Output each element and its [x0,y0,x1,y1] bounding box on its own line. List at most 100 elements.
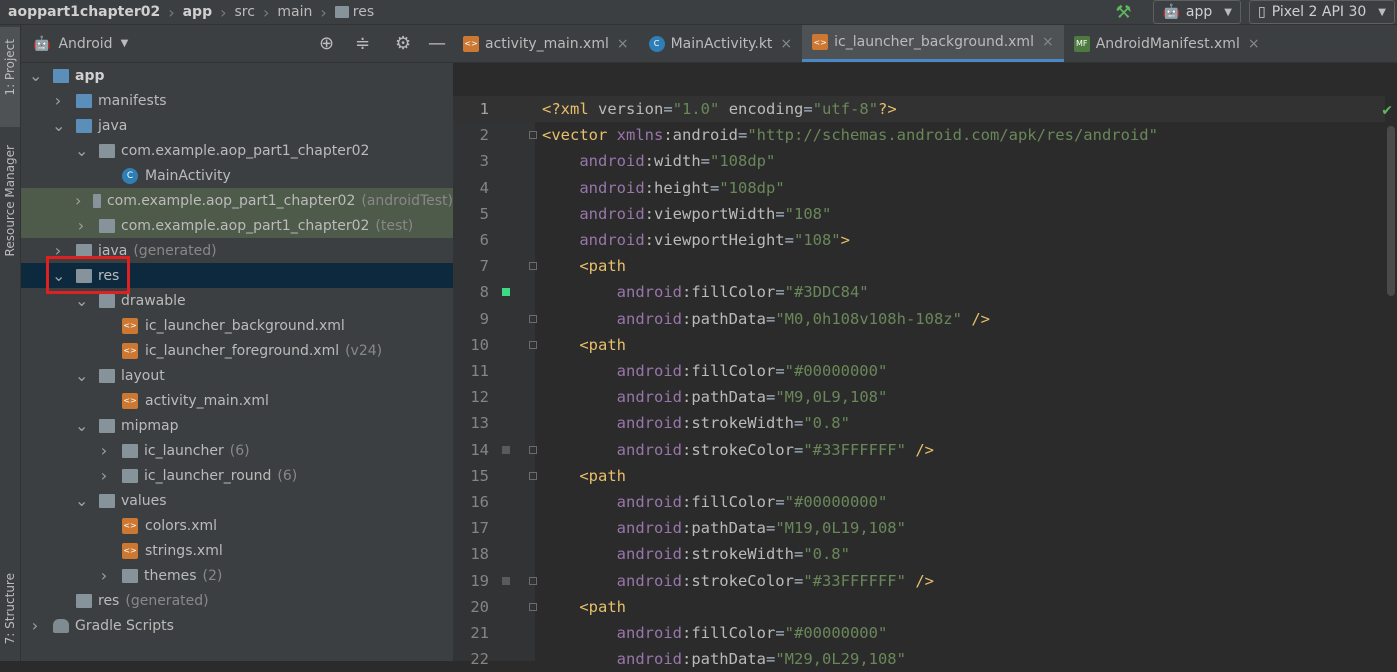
gear-icon[interactable]: ⚙ [395,33,411,54]
breadcrumb-main[interactable]: main [277,4,312,20]
project-tool-button[interactable]: 1: Project [0,27,20,127]
chevron-right-icon[interactable]: › [75,191,81,210]
vertical-scrollbar[interactable] [1385,96,1397,661]
tree-item[interactable]: › ic_launcher (6) [21,438,453,463]
code-line[interactable]: 3 android:width="108dp" [453,148,1397,174]
code-line[interactable]: 14 android:strokeColor="#33FFFFFF" /> [453,437,1397,463]
breadcrumb-project[interactable]: aoppart1chapter02 [8,4,160,20]
close-icon[interactable]: × [617,36,629,52]
code-line[interactable]: 13 android:strokeWidth="0.8" [453,410,1397,436]
code-line[interactable]: 10 <path [453,332,1397,358]
resource-manager-tool-button[interactable]: Resource Manager [3,145,17,256]
close-icon[interactable]: × [1248,36,1260,52]
project-tree[interactable]: ⌄ app › manifests ⌄ java ⌄ com.example.aop_part… [21,63,453,661]
view-mode-label[interactable]: Android [58,36,112,52]
tree-item[interactable]: › com.example.aop_part1_chapter02 (android… [21,188,453,213]
tree-item[interactable]: <> ic_launcher_background.xml [21,313,453,338]
editor-tab[interactable]: MF AndroidManifest.xml × [1064,25,1270,62]
fold-marker-icon[interactable] [529,262,537,271]
chevron-right-icon[interactable]: › [75,216,87,235]
chevron-down-icon[interactable]: ▼ [121,38,129,49]
breadcrumb-src[interactable]: src [235,4,255,20]
tree-item[interactable]: › Gradle Scripts [21,613,453,638]
chevron-right-icon[interactable]: › [52,91,64,110]
code-line[interactable]: 7 <path [453,253,1397,279]
tree-item[interactable]: <> strings.xml [21,538,453,563]
build-hammer-icon[interactable]: ⚒ [1115,2,1131,23]
chevron-right-icon[interactable]: › [98,441,110,460]
chevron-down-icon[interactable]: ⌄ [75,367,88,383]
chevron-down-icon[interactable]: ⌄ [29,67,42,83]
tree-item[interactable]: › ic_launcher_round (6) [21,463,453,488]
code-line[interactable]: 12 android:pathData="M9,0L9,108" [453,384,1397,410]
chevron-down-icon[interactable]: ⌄ [75,142,88,158]
code-line[interactable]: 22 android:pathData="M29,0L29,108" [453,646,1397,672]
chevron-right-icon[interactable]: › [98,466,110,485]
fold-marker-icon[interactable] [529,602,537,611]
tree-item[interactable]: <> ic_launcher_foreground.xml (v24) [21,338,453,363]
fold-marker-icon[interactable] [529,471,537,480]
tree-item[interactable]: <> colors.xml [21,513,453,538]
color-swatch[interactable] [502,288,510,297]
chevron-down-icon[interactable]: ⌄ [52,117,65,133]
tree-item[interactable]: ⌄ app [21,63,453,88]
tree-item[interactable]: ⌄ com.example.aop_part1_chapter02 [21,138,453,163]
tree-item[interactable]: res (generated) [21,588,453,613]
hide-icon[interactable]: — [428,33,446,54]
code-line[interactable]: 11 android:fillColor="#00000000" [453,358,1397,384]
tree-item-label: Gradle Scripts [75,617,174,634]
collapse-all-icon[interactable]: ≑ [355,33,370,54]
code-line[interactable]: 2 <vector xmlns:android="http://schemas.a… [453,122,1397,148]
tree-item[interactable]: ⌄ layout [21,363,453,388]
tree-item[interactable]: ⌄ mipmap [21,413,453,438]
gradle-icon [53,618,69,633]
code-line[interactable]: 16 android:fillColor="#00000000" [453,489,1397,515]
fold-marker-icon[interactable] [529,340,537,349]
chevron-right-icon[interactable]: › [98,566,110,585]
tree-item[interactable]: ⌄ values [21,488,453,513]
code-line[interactable]: 6 android:viewportHeight="108"> [453,227,1397,253]
code-line[interactable]: 1 <?xml version="1.0" encoding="utf-8"?> [453,96,1397,122]
tree-item[interactable]: ⌄ java [21,113,453,138]
tree-item[interactable]: › themes (2) [21,563,453,588]
fold-marker-icon[interactable] [529,314,537,323]
close-icon[interactable]: × [1042,34,1054,50]
code-line[interactable]: 21 android:fillColor="#00000000" [453,620,1397,646]
code-line[interactable]: 4 android:height="108dp" [453,175,1397,201]
chevron-down-icon[interactable]: ⌄ [75,492,88,508]
device-select[interactable]: ▯ Pixel 2 API 30 ▼ [1248,0,1395,24]
locate-file-icon[interactable]: ⊕ [319,33,334,54]
color-swatch[interactable] [502,576,510,585]
chevron-right-icon[interactable]: › [29,616,41,635]
editor-tab[interactable]: <> activity_main.xml × [453,25,639,62]
tree-item[interactable]: › manifests [21,88,453,113]
editor-tab[interactable]: C MainActivity.kt × [639,25,803,62]
code-editor[interactable]: 1 <?xml version="1.0" encoding="utf-8"?> 2… [453,63,1397,668]
run-config-select[interactable]: 🤖 app ▼ [1153,0,1241,24]
color-swatch[interactable] [502,445,510,454]
line-number: 11 [470,362,489,380]
code-line[interactable]: 8 android:fillColor="#3DDC84" [453,279,1397,305]
tree-item[interactable]: <> activity_main.xml [21,388,453,413]
tree-item[interactable]: C MainActivity [21,163,453,188]
close-icon[interactable]: × [780,36,792,52]
fold-marker-icon[interactable] [529,131,537,140]
line-number: 16 [470,493,489,511]
breadcrumb-module[interactable]: app [183,4,213,20]
fold-marker-icon[interactable] [529,445,537,454]
code-line[interactable]: 18 android:strokeWidth="0.8" [453,541,1397,567]
editor-tab[interactable]: <> ic_launcher_background.xml × [802,25,1064,62]
breadcrumb-res[interactable]: res [353,4,374,20]
chevron-down-icon[interactable]: ⌄ [75,292,88,308]
code-line[interactable]: 19 android:strokeColor="#33FFFFFF" /> [453,568,1397,594]
scrollbar-thumb[interactable] [1387,126,1395,296]
structure-tool-button[interactable]: 7: Structure [3,573,17,644]
tree-item[interactable]: › com.example.aop_part1_chapter02 (test) [21,213,453,238]
code-line[interactable]: 5 android:viewportWidth="108" [453,201,1397,227]
fold-marker-icon[interactable] [529,576,537,585]
code-line[interactable]: 9 android:pathData="M0,0h108v108h-108z" … [453,306,1397,332]
code-line[interactable]: 20 <path [453,594,1397,620]
code-line[interactable]: 15 <path [453,463,1397,489]
chevron-down-icon[interactable]: ⌄ [75,417,88,433]
code-line[interactable]: 17 android:pathData="M19,0L19,108" [453,515,1397,541]
